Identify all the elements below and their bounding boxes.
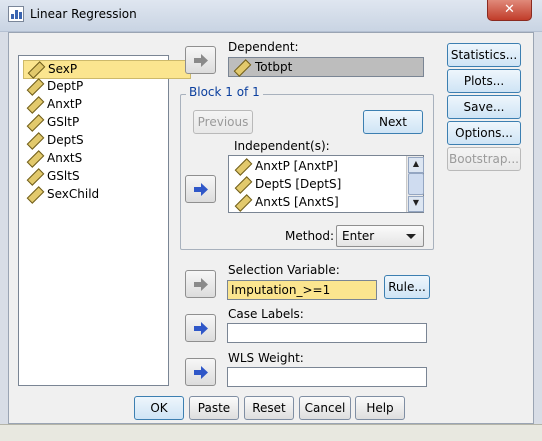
variable-label: AnxtS <box>47 151 83 165</box>
list-item[interactable]: AnxtS [AnxtS] <box>233 194 339 212</box>
independent-label: AnxtS [AnxtS] <box>255 195 339 209</box>
variable-label: AnxtP <box>47 97 82 111</box>
independents-label: Independent(s): <box>234 139 330 153</box>
variable-item[interactable]: DeptP <box>23 78 189 96</box>
list-item[interactable]: AnxtP [AnxtP] <box>233 158 338 176</box>
independents-scrollbar[interactable]: ▲ ▼ <box>406 156 424 212</box>
variable-label: DeptP <box>47 79 84 93</box>
previous-block-button[interactable]: Previous <box>193 110 253 134</box>
scale-ruler-icon <box>233 59 252 77</box>
spss-app-icon <box>8 6 24 22</box>
right-arrow-icon <box>194 54 208 67</box>
cancel-button[interactable]: Cancel <box>299 396 351 420</box>
right-arrow-icon <box>194 322 208 335</box>
close-button[interactable]: ✕ <box>487 0 532 21</box>
paste-button[interactable]: Paste <box>189 396 239 420</box>
move-to-selection-button[interactable] <box>185 270 216 298</box>
right-arrow-icon <box>194 278 208 291</box>
rule-button[interactable]: Rule... <box>384 275 430 299</box>
statistics-button[interactable]: Statistics... <box>447 43 521 67</box>
bootstrap-button[interactable]: Bootstrap... <box>447 147 521 171</box>
scale-ruler-icon <box>234 158 253 176</box>
block-title: Block 1 of 1 <box>186 85 263 99</box>
plots-button[interactable]: Plots... <box>447 69 521 93</box>
move-to-case-labels-button[interactable] <box>185 314 216 342</box>
scale-ruler-icon <box>234 176 253 194</box>
dependent-value: Totbpt <box>255 60 293 74</box>
right-arrow-icon <box>194 366 208 379</box>
move-to-dependent-button[interactable] <box>185 46 216 74</box>
variable-item[interactable]: AnxtP <box>23 96 189 114</box>
scale-ruler-icon <box>234 194 253 212</box>
variable-label: DeptS <box>47 133 84 147</box>
move-to-independents-button[interactable] <box>185 175 216 203</box>
variable-label: SexP <box>48 62 78 76</box>
scroll-thumb[interactable] <box>408 173 424 195</box>
variable-label: SexChild <box>47 187 100 201</box>
scale-ruler-icon <box>26 186 45 204</box>
variable-item[interactable]: GSltP <box>23 114 189 132</box>
variable-label: GSltP <box>47 115 80 129</box>
scale-ruler-icon <box>26 150 45 168</box>
case-labels-label: Case Labels: <box>228 307 304 321</box>
variable-item[interactable]: DeptS <box>23 132 189 150</box>
scale-ruler-icon <box>26 78 45 96</box>
right-arrow-icon <box>194 183 208 196</box>
independent-label: AnxtP [AnxtP] <box>255 159 338 173</box>
variable-list[interactable]: SexP DeptP AnxtP GSltP DeptS AnxtS GSltS… <box>18 55 191 386</box>
scale-ruler-icon <box>26 168 45 186</box>
scroll-down-icon[interactable]: ▼ <box>408 196 424 212</box>
help-button[interactable]: Help <box>355 396 405 420</box>
selection-variable-label: Selection Variable: <box>228 263 340 277</box>
selection-variable-field[interactable]: Imputation_>=1 <box>227 280 377 300</box>
independent-label: DeptS [DeptS] <box>255 177 342 191</box>
reset-button[interactable]: Reset <box>244 396 294 420</box>
method-label: Method: <box>285 229 335 243</box>
next-block-button[interactable]: Next <box>363 110 423 134</box>
dependent-field[interactable]: Totbpt <box>228 57 424 77</box>
dependent-label: Dependent: <box>228 40 299 54</box>
scale-ruler-icon <box>26 132 45 150</box>
variable-item[interactable]: GSltS <box>23 168 189 186</box>
variable-item[interactable]: AnxtS <box>23 150 189 168</box>
options-button[interactable]: Options... <box>447 121 521 145</box>
variable-item[interactable]: SexP <box>23 60 191 79</box>
case-labels-field[interactable] <box>227 323 427 343</box>
chevron-down-icon <box>406 234 416 239</box>
scale-ruler-icon <box>26 114 45 132</box>
scale-ruler-icon <box>27 61 46 79</box>
ok-button[interactable]: OK <box>134 396 184 420</box>
method-select[interactable]: Enter <box>336 225 424 247</box>
variable-item[interactable]: SexChild <box>23 186 189 204</box>
wls-weight-field[interactable] <box>227 367 427 387</box>
variable-label: GSltS <box>47 169 80 183</box>
independents-list[interactable]: AnxtP [AnxtP] DeptS [DeptS] AnxtS [AnxtS… <box>228 155 424 213</box>
scale-ruler-icon <box>26 96 45 114</box>
wls-weight-label: WLS Weight: <box>228 351 304 365</box>
background-window-strip <box>0 424 542 441</box>
list-item[interactable]: DeptS [DeptS] <box>233 176 342 194</box>
window-title: Linear Regression <box>30 7 137 21</box>
scroll-up-icon[interactable]: ▲ <box>408 157 424 173</box>
move-to-wls-weight-button[interactable] <box>185 358 216 386</box>
method-value: Enter <box>342 229 375 243</box>
save-button[interactable]: Save... <box>447 95 521 119</box>
